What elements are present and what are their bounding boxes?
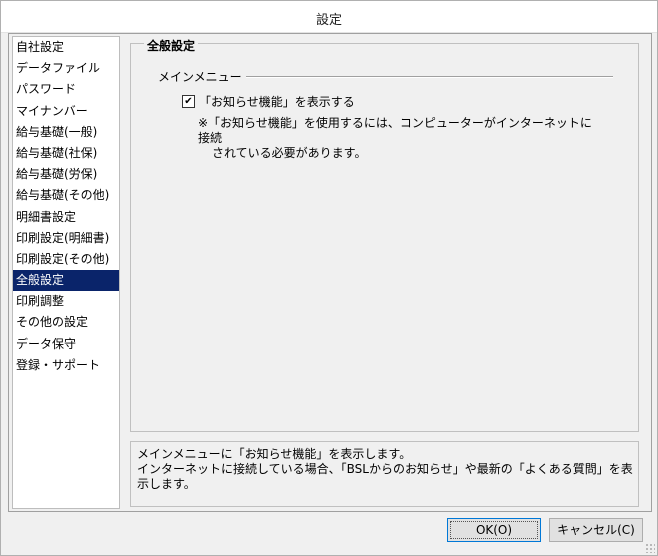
dialog-content: 自社設定 データファイル パスワード マイナンバー 給与基礎(一般) 給与基礎(社保) 給与… [8, 33, 652, 512]
notice-requirement-note: ※「お知らせ機能」を使用するには、コンピューターがインターネットに接続 されてい… [198, 116, 598, 161]
sidebar-item[interactable]: 明細書設定 [13, 207, 119, 228]
show-notice-checkbox-label[interactable]: 「お知らせ機能」を表示する [199, 93, 355, 110]
show-notice-checkbox[interactable]: ✔ [182, 94, 195, 108]
sidebar-item[interactable]: 印刷調整 [13, 291, 119, 312]
title-bar[interactable]: 設定 [1, 1, 657, 33]
group-label-main-menu: メインメニュー [158, 68, 246, 85]
description-text: メインメニューに「お知らせ機能」を表示します。 インターネットに接続している場合… [137, 447, 638, 492]
sidebar-item[interactable]: 給与基礎(社保) [13, 143, 119, 164]
description-line-1: メインメニューに「お知らせ機能」を表示します。 [137, 447, 412, 461]
sidebar-item[interactable]: 登録・サポート [13, 355, 119, 376]
settings-dialog: 設定 自社設定 データファイル パスワード マイナンバー 給与基礎(一般) 給与基礎(社保… [0, 0, 658, 556]
ok-button-label[interactable]: OK(O) [450, 521, 538, 539]
settings-category-list[interactable]: 自社設定 データファイル パスワード マイナンバー 給与基礎(一般) 給与基礎(社保) 給与… [12, 36, 120, 509]
sidebar-item[interactable]: 印刷設定(その他) [13, 249, 119, 270]
sidebar-item[interactable]: 全般設定 [13, 270, 119, 292]
sidebar-item[interactable]: 給与基礎(その他) [13, 185, 119, 206]
cancel-button[interactable]: キャンセル(C) [549, 518, 643, 542]
sidebar-item[interactable]: マイナンバー [13, 101, 119, 122]
show-notice-checkbox-row[interactable]: ✔ 「お知らせ機能」を表示する [182, 93, 355, 109]
window-title: 設定 [315, 13, 342, 28]
sidebar-item[interactable]: 給与基礎(一般) [13, 122, 119, 143]
sidebar-item[interactable]: データ保守 [13, 334, 119, 355]
description-line-2: インターネットに接続している場合、「BSLからのお知らせ」や最新の「よくある質問… [137, 462, 633, 491]
sidebar-item[interactable]: 自社設定 [13, 37, 119, 58]
sidebar-item[interactable]: パスワード [13, 79, 119, 100]
sidebar-item[interactable]: その他の設定 [13, 312, 119, 333]
note-line-2: されている必要があります。 [212, 146, 367, 160]
note-line-1: ※「お知らせ機能」を使用するには、コンピューターがインターネットに接続 [198, 116, 592, 145]
sidebar-item[interactable]: データファイル [13, 58, 119, 79]
description-box: メインメニューに「お知らせ機能」を表示します。 インターネットに接続している場合… [130, 441, 639, 507]
sidebar-item[interactable]: 給与基礎(労保) [13, 164, 119, 185]
resize-grip-icon[interactable] [645, 543, 655, 553]
ok-button[interactable]: OK(O) [447, 518, 541, 542]
panel-title: 全般設定 [144, 37, 199, 54]
sidebar-item[interactable]: 印刷設定(明細書) [13, 228, 119, 249]
